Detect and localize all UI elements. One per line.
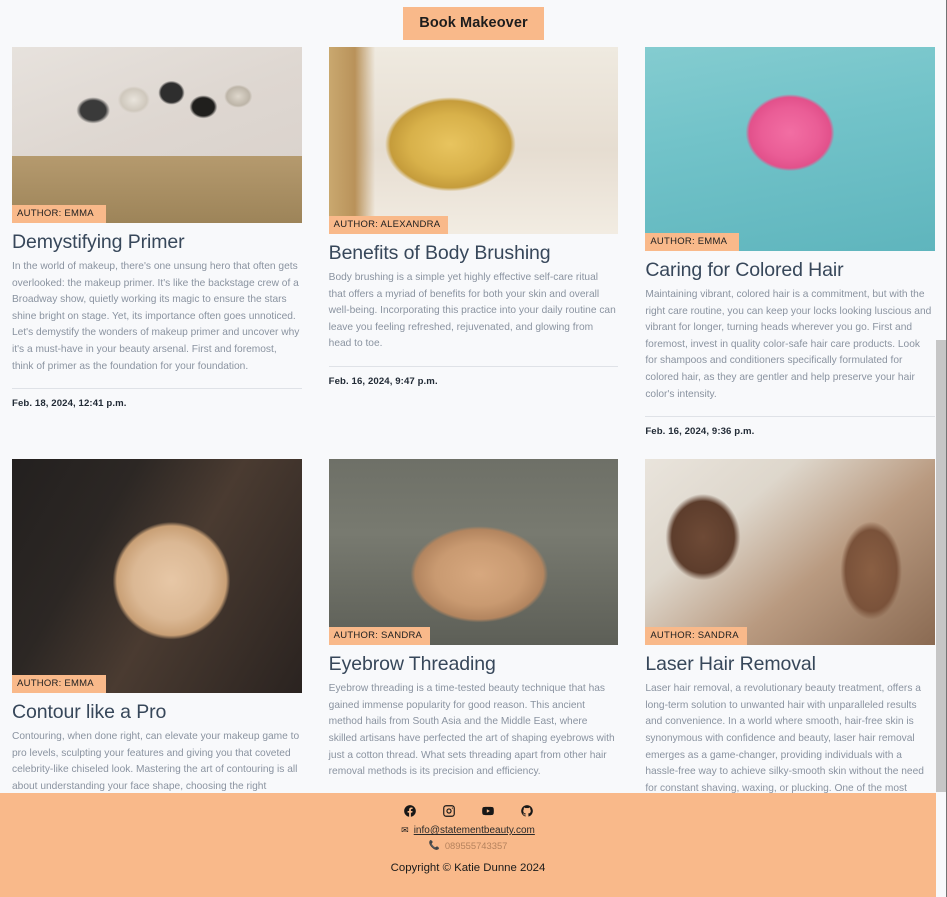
article-title[interactable]: Benefits of Body Brushing xyxy=(329,242,619,264)
article-card[interactable]: AUTHOR: EMMA Demystifying Primer In the … xyxy=(12,47,302,432)
body-brush-photo xyxy=(328,47,619,234)
article-title[interactable]: Demystifying Primer xyxy=(12,231,302,253)
author-badge: AUTHOR: ALEXANDRA xyxy=(328,215,449,234)
instagram-icon[interactable] xyxy=(441,803,456,818)
article-excerpt: Maintaining vibrant, colored hair is a c… xyxy=(645,289,932,400)
facebook-icon[interactable] xyxy=(402,803,417,818)
article-thumbnail-wrap[interactable]: AUTHOR: SANDRA xyxy=(645,459,935,646)
article-excerpt: Body brushing is a simple yet highly eff… xyxy=(328,272,616,350)
author-badge: AUTHOR: EMMA xyxy=(12,674,106,694)
divider xyxy=(328,366,619,367)
article-title[interactable]: Laser Hair Removal xyxy=(645,653,935,675)
article-thumbnail-wrap[interactable]: AUTHOR: EMMA xyxy=(645,47,935,251)
site-footer: ✉ info@statementbeauty.com 📞 08955574335… xyxy=(0,793,936,897)
author-badge: AUTHOR: SANDRA xyxy=(645,626,747,646)
github-icon[interactable] xyxy=(519,803,534,818)
article-date: Feb. 18, 2024, 12:41 p.m. xyxy=(12,398,127,410)
article-thumbnail-wrap[interactable]: AUTHOR: EMMA xyxy=(12,459,302,694)
envelope-icon: ✉ xyxy=(401,824,409,835)
article-card[interactable]: AUTHOR: ALEXANDRA Benefits of Body Brush… xyxy=(328,47,619,409)
article-card[interactable]: AUTHOR: EMMA Caring for Colored Hair Mai… xyxy=(645,47,935,460)
article-date: Feb. 16, 2024, 9:36 p.m. xyxy=(645,426,755,438)
copyright-text: Copyright © Katie Dunne 2024 xyxy=(390,862,546,875)
book-makeover-button[interactable]: Book Makeover xyxy=(403,6,544,41)
phone-icon: 📞 xyxy=(428,840,440,851)
article-date: Feb. 16, 2024, 9:47 p.m. xyxy=(328,376,438,387)
article-excerpt: Eyebrow threading is a time-tested beaut… xyxy=(328,683,615,778)
article-excerpt: In the world of makeup, there's one unsu… xyxy=(12,261,300,372)
article-grid: AUTHOR: EMMA Demystifying Primer In the … xyxy=(12,47,935,885)
article-thumbnail-wrap[interactable]: AUTHOR: SANDRA xyxy=(328,459,619,646)
article-title[interactable]: Eyebrow Threading xyxy=(329,653,619,675)
divider xyxy=(645,416,935,418)
article-title[interactable]: Contour like a Pro xyxy=(12,701,302,723)
article-card[interactable]: AUTHOR: SANDRA Eyebrow Threading Eyebrow… xyxy=(328,459,619,837)
article-thumbnail-wrap[interactable]: AUTHOR: EMMA xyxy=(12,47,302,223)
laser-hair-removal-photo xyxy=(645,459,935,646)
divider xyxy=(12,388,302,390)
phone-number: 089555743357 xyxy=(444,840,508,851)
pink-hair-woman-photo xyxy=(645,47,935,251)
email-link[interactable]: info@statementbeauty.com xyxy=(414,824,535,837)
page-root: Book Makeover AUTHOR: EMMA Demystifying … xyxy=(0,0,947,897)
makeup-brushes-photo xyxy=(12,47,302,223)
phone-row: 📞 089555743357 xyxy=(429,840,508,852)
author-badge: AUTHOR: EMMA xyxy=(645,232,740,251)
top-action-bar: Book Makeover xyxy=(0,0,947,47)
contour-makeup-photo xyxy=(12,459,302,694)
social-links xyxy=(402,803,534,818)
article-title[interactable]: Caring for Colored Hair xyxy=(645,259,935,281)
author-badge: AUTHOR: SANDRA xyxy=(328,626,431,646)
author-badge: AUTHOR: EMMA xyxy=(12,204,106,223)
article-thumbnail-wrap[interactable]: AUTHOR: ALEXANDRA xyxy=(328,47,619,234)
youtube-icon[interactable] xyxy=(480,803,495,818)
eyebrow-threading-photo xyxy=(328,459,619,646)
email-row: ✉ info@statementbeauty.com xyxy=(401,824,535,837)
